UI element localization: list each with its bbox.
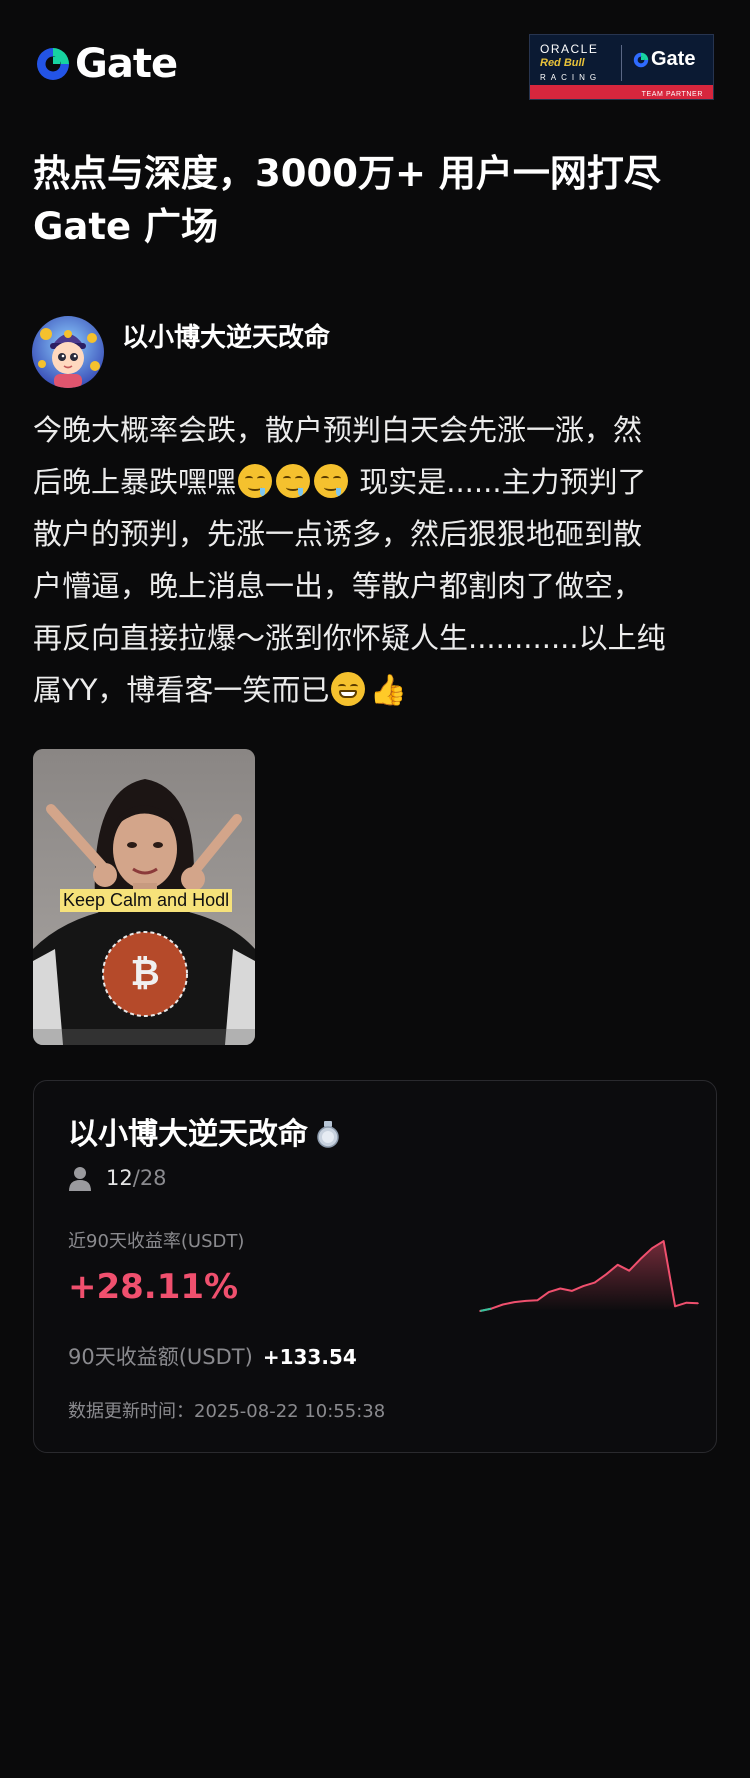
drooling-face-icon (276, 464, 311, 498)
avatar[interactable] (32, 316, 104, 388)
headline-line-1: 热点与深度，3000万+ 用户一网打尽 (33, 152, 661, 195)
sparkline-point (616, 1264, 619, 1266)
headline-line-2: Gate 广场 (33, 205, 218, 248)
followers-row: 12/28 (68, 1165, 167, 1191)
updated-value: 2025-08-22 10:55:38 (194, 1401, 386, 1422)
sparkline-point (559, 1287, 562, 1290)
badge-racing-text: RACING (540, 73, 602, 82)
sparkline-point (490, 1307, 493, 1310)
roi-label: 近90天收益率(USDT) (68, 1231, 245, 1252)
pnl-label: 90天收益额(USDT) (68, 1345, 253, 1369)
author-name[interactable]: 以小博大逆天改命 (122, 322, 330, 354)
updated-label: 数据更新时间： (68, 1401, 194, 1422)
badge-divider (621, 45, 622, 81)
team-partner-badge: ORACLE Red Bull RACING Gate TEAM PARTNER (529, 34, 714, 100)
post-line-6-text: 属YY，博看客一笑而已 (33, 673, 330, 707)
app-header: Gate ORACLE Red Bull RACING Gate TEAM PA… (0, 0, 750, 120)
post-line-1: 今晚大概率会跌，散户预判白天会先涨一涨，然 (33, 413, 643, 447)
sparkline-point (685, 1301, 688, 1304)
badge-gate-text: Gate (651, 48, 696, 70)
sparkline-point (628, 1269, 630, 1272)
post-line-2-text: 后晚上暴跌嘿嘿 (33, 465, 237, 499)
drooling-face-icon (314, 464, 349, 498)
trader-name: 以小博大逆天改命 (68, 1117, 308, 1152)
badge-redbull-text: Red Bull (540, 57, 585, 69)
followers-count: 12 (106, 1166, 133, 1190)
trader-card[interactable]: 以小博大逆天改命 12/28 近90天收益率(USDT) +28.11% 90天… (33, 1080, 717, 1453)
badge-team-partner-text: TEAM PARTNER (641, 91, 703, 98)
gate-logo[interactable]: Gate (33, 41, 178, 87)
medal-icon (317, 1121, 339, 1148)
post-line-5: 再反向直接拉爆～涨到你怀疑人生............以上纯 (33, 621, 666, 655)
sparkline-point (605, 1273, 608, 1276)
sparkline-point (502, 1303, 504, 1306)
sparkline-point (570, 1290, 573, 1292)
post-media-thumbnail[interactable]: ₿ Keep Calm and Hodl (33, 749, 255, 1045)
sparkline-point (651, 1247, 653, 1250)
post-line-2: 后晚上暴跌嘿嘿 现实是......主力预判了 (33, 456, 723, 508)
drooling-face-icon (238, 464, 273, 498)
post-line-4: 户懵逼，晚上消息一出，等散户都割肉了做空， (33, 569, 643, 603)
user-icon (69, 1167, 91, 1191)
sparkline-point (582, 1285, 585, 1287)
page-headline: 热点与深度，3000万+ 用户一网打尽 Gate 广场 (33, 147, 723, 253)
sparkline-point (593, 1281, 596, 1284)
data-updated-time: 数据更新时间：2025-08-22 10:55:38 (68, 1397, 385, 1423)
sparkline-point (548, 1291, 550, 1293)
sparkline-point (662, 1240, 665, 1242)
svg-text:₿: ₿ (130, 953, 159, 994)
followers-separator: / (132, 1166, 140, 1190)
roi-value: +28.11% (68, 1267, 239, 1307)
post-line-2-text-b: 现实是......主力预判了 (350, 465, 647, 499)
pnl-row: 90天收益额(USDT) +133.54 (68, 1341, 357, 1371)
sparkline-point (639, 1258, 642, 1260)
badge-gate-logo: Gate (632, 48, 695, 71)
sparkline-point (479, 1310, 481, 1312)
post-line-3: 散户的预判，先涨一点诱多，然后狠狠地砸到散 (33, 517, 643, 551)
brand-name: Gate (75, 41, 178, 87)
sparkline-point (525, 1300, 527, 1302)
followers-total: 28 (139, 1166, 167, 1190)
sparkline-point (513, 1301, 516, 1303)
trader-name-row: 以小博大逆天改命 (68, 1115, 340, 1155)
post-body: 今晚大概率会跌，散户预判白天会先涨一涨，然 后晚上暴跌嘿嘿 现实是......主… (33, 404, 723, 717)
media-caption: Keep Calm and Hodl (60, 889, 233, 912)
avatar-image (32, 316, 104, 388)
post-line-6: 属YY，博看客一笑而已 👍 (33, 664, 723, 717)
thumbs-up-icon: 👍 (369, 673, 407, 708)
badge-oracle-text: ORACLE (540, 42, 599, 56)
gate-logo-icon (37, 48, 69, 80)
sparkline-point (536, 1299, 539, 1302)
grin-icon (331, 672, 366, 706)
roi-sparkline-chart (479, 1240, 699, 1312)
sparkline-point (697, 1302, 699, 1305)
post-author[interactable]: 以小博大逆天改命 (32, 316, 330, 388)
pnl-value: +133.54 (262, 1345, 357, 1369)
gate-small-icon (633, 52, 649, 67)
sparkline-point (674, 1305, 676, 1308)
